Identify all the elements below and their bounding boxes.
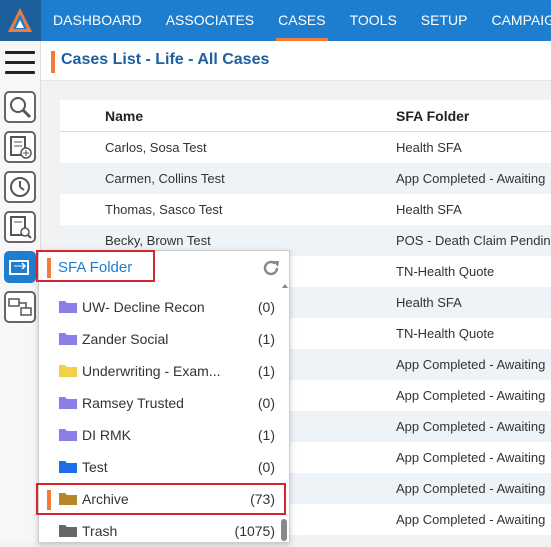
page-header: Cases List - Life - All Cases [41,41,551,81]
cell-folder: App Completed - Awaiting [396,450,546,465]
folder-item-trash[interactable]: Trash (1075) [39,515,279,547]
cell-folder: TN-Health Quote [396,264,495,279]
refresh-icon[interactable] [260,257,282,279]
cell-folder: Health SFA [396,140,462,155]
page-title: Cases List - Life - All Cases [61,51,270,68]
folder-count: (0) [257,459,275,475]
folder-count: (0) [257,299,275,315]
folder-name: Ramsey Trusted [82,395,184,411]
nav-setup[interactable]: SETUP [409,0,480,41]
logo-icon[interactable] [0,0,41,41]
folder-item[interactable]: DI RMK (1) [39,419,279,451]
sfa-folder-popup: SFA Folder UW- Decline Recon (0) Zander … [36,250,290,543]
folder-count: (1) [257,363,275,379]
cell-folder: Health SFA [396,202,462,217]
cell-folder: POS - Death Claim Pending [396,233,551,248]
folder-icon [59,365,77,377]
header-accent-bar [51,51,55,73]
cell-folder: App Completed - Awaiting [396,388,546,403]
folder-item[interactable]: Test (0) [39,451,279,483]
workflow-icon[interactable] [4,291,36,323]
nav-dashboard[interactable]: DASHBOARD [41,0,154,41]
left-sidebar [0,41,41,543]
folder-icon [59,525,77,537]
folder-icon [59,301,77,313]
folder-count: (1) [257,331,275,347]
folder-item[interactable]: Underwriting - Exam... (1) [39,355,279,387]
nav-campaign[interactable]: CAMPAIGN [479,0,551,41]
folder-name: UW- Decline Recon [82,299,205,315]
cell-folder: Health SFA [396,295,462,310]
popup-title: SFA Folder [58,259,133,276]
column-header-sfa-folder[interactable]: SFA Folder [396,108,469,124]
table-row[interactable]: Carlos, Sosa Test Health SFA [60,132,551,163]
table-row[interactable]: Thomas, Sasco Test Health SFA [60,194,551,225]
folder-name: Trash [82,523,118,539]
scrollbar-thumb[interactable] [281,519,287,541]
folder-name: Underwriting - Exam... [82,363,221,379]
table-header: Name SFA Folder [60,100,551,132]
hamburger-menu-icon[interactable] [5,51,35,74]
folder-item[interactable]: Zander Social (1) [39,323,279,355]
folder-icon [59,429,77,441]
folder-item[interactable]: UW- Decline Recon (0) [39,291,279,323]
history-icon[interactable] [4,171,36,203]
cell-name[interactable]: Thomas, Sasco Test [105,202,223,217]
folder-name: DI RMK [82,427,131,443]
folder-name: Zander Social [82,331,169,347]
nav-cases[interactable]: CASES [266,0,337,41]
table-row[interactable]: Carmen, Collins Test App Completed - Awai… [60,163,551,194]
archive-accent-bar [47,490,51,510]
folder-count: (1) [257,427,275,443]
top-nav-bar: DASHBOARD ASSOCIATES CASES TOOLS SETUP C… [0,0,551,41]
cell-name[interactable]: Becky, Brown Test [105,233,211,248]
cell-folder: TN-Health Quote [396,326,495,341]
cell-folder: App Completed - Awaiting [396,512,546,527]
cell-folder: App Completed - Awaiting [396,481,546,496]
nav-tools[interactable]: TOOLS [338,0,409,41]
search-cases-icon[interactable] [4,91,36,123]
folder-icon [59,461,77,473]
main-nav: DASHBOARD ASSOCIATES CASES TOOLS SETUP C… [41,0,551,41]
folder-item[interactable]: Ramsey Trusted (0) [39,387,279,419]
nav-associates[interactable]: ASSOCIATES [154,0,266,41]
cell-name[interactable]: Carlos, Sosa Test [105,140,207,155]
scroll-up-arrow-icon[interactable] [282,284,288,288]
archive-row-highlight [36,483,286,515]
cell-name[interactable]: Carmen, Collins Test [105,171,225,186]
popup-accent-bar [47,258,51,278]
folder-count: (0) [257,395,275,411]
folder-count: (1075) [234,523,275,539]
folder-transfer-icon[interactable] [4,251,36,283]
add-case-icon[interactable] [4,131,36,163]
popup-title-highlight: SFA Folder [36,250,155,282]
folder-icon [59,333,77,345]
folder-icon [59,397,77,409]
cell-folder: App Completed - Awaiting [396,171,546,186]
cell-folder: App Completed - Awaiting [396,419,546,434]
cell-folder: App Completed - Awaiting [396,357,546,372]
column-header-name[interactable]: Name [105,108,143,124]
folder-name: Test [82,459,108,475]
document-search-icon[interactable] [4,211,36,243]
